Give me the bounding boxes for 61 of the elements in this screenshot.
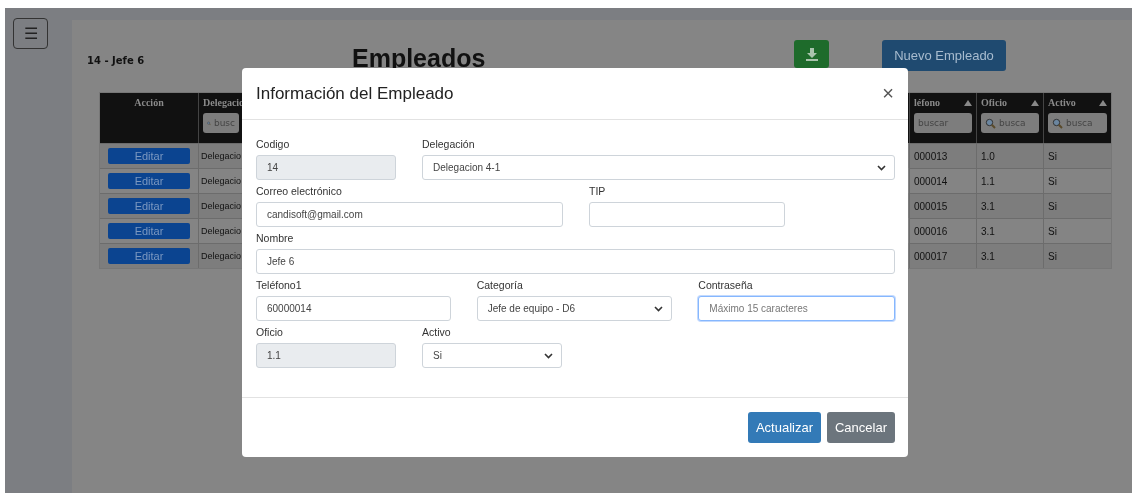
password-field[interactable]: Máximo 15 caracteres	[698, 296, 895, 321]
sort-icon[interactable]	[964, 99, 972, 106]
field-label: Contraseña	[698, 279, 754, 291]
field-label: TIP	[589, 185, 607, 197]
table-cell: 000017	[909, 243, 976, 268]
field-label: Nombre	[256, 232, 295, 244]
field-label: Activo	[422, 326, 452, 338]
sort-icon[interactable]	[1031, 99, 1039, 106]
table-cell: 3.1	[976, 193, 1043, 218]
chevron-icon	[877, 164, 886, 171]
input-field[interactable]: 60000014	[256, 296, 451, 321]
column-label: Delegacio	[203, 97, 245, 108]
table-cell: Si	[1043, 168, 1111, 193]
select-field[interactable]: Delegacion 4-1	[422, 155, 895, 180]
table-cell: 1.1	[976, 168, 1043, 193]
dialog-title: Información del Empleado	[256, 83, 454, 104]
sort-icon[interactable]	[1099, 99, 1107, 106]
table-cell: 000015	[909, 193, 976, 218]
field-label: Teléfono1	[256, 279, 303, 291]
field-label: Codigo	[256, 138, 291, 150]
table-cell: 1.0	[976, 143, 1043, 168]
select-field[interactable]: Jefe de equipo - D6	[476, 296, 673, 321]
column-label: Acción	[134, 97, 164, 108]
cancel-button[interactable]: Cancelar	[826, 412, 895, 443]
new-employee-button[interactable]: Nuevo Empleado	[882, 40, 1006, 71]
field-label: Categoría	[476, 279, 524, 291]
search-icon	[1052, 117, 1063, 129]
edit-button[interactable]: Editar	[108, 148, 190, 164]
search-icon	[985, 117, 996, 129]
table-cell: 000013	[909, 143, 976, 168]
table-cell: 3.1	[976, 243, 1043, 268]
close-button[interactable]: ×	[882, 82, 894, 105]
column-label: léfono	[914, 97, 941, 108]
user-label: 14 - Jefe 6	[87, 55, 146, 66]
chevron-icon	[544, 352, 553, 359]
table-cell: Si	[1043, 193, 1111, 218]
chevron-icon	[654, 305, 664, 312]
field-label: Oficio	[256, 326, 284, 338]
edit-button[interactable]: Editar	[108, 223, 190, 239]
field-label: Delegación	[422, 138, 476, 150]
edit-button[interactable]: Editar	[108, 173, 190, 189]
download-icon	[804, 47, 819, 61]
page-title: Empleados	[352, 44, 487, 73]
input-field[interactable]	[589, 202, 785, 227]
select-field[interactable]: Si	[422, 343, 562, 368]
field-label: Correo electrónico	[256, 185, 343, 197]
column-label: Activo	[1048, 97, 1076, 108]
download-button[interactable]	[794, 40, 829, 68]
edit-button[interactable]: Editar	[108, 198, 190, 214]
table-cell: Si	[1043, 243, 1111, 268]
column-label: Oficio	[981, 97, 1008, 108]
edit-button[interactable]: Editar	[108, 248, 190, 264]
update-button[interactable]: Actualizar	[747, 412, 821, 443]
table-cell: 3.1	[976, 218, 1043, 243]
table-cell: 000016	[909, 218, 976, 243]
input-field[interactable]: Jefe 6	[256, 249, 895, 274]
table-cell: Si	[1043, 143, 1111, 168]
table-cell: 000014	[909, 168, 976, 193]
menu-button[interactable]: ☰	[13, 18, 48, 49]
table-cell: Si	[1043, 218, 1111, 243]
input-field[interactable]: candisoft@gmail.com	[256, 202, 563, 227]
